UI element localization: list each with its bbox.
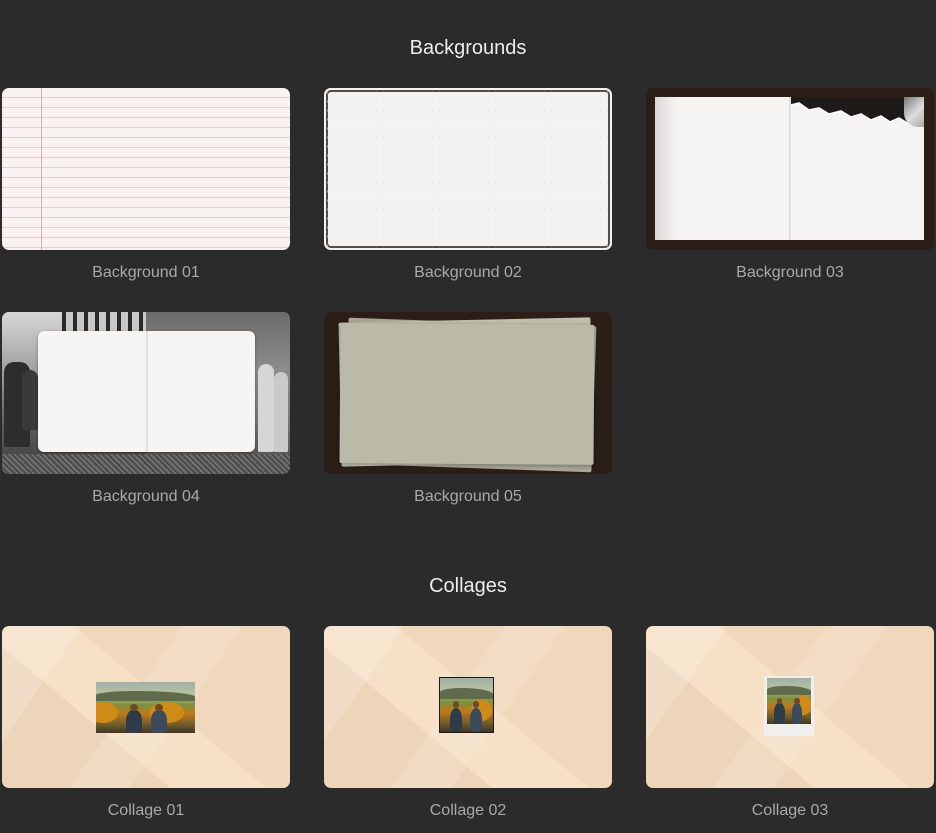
template-gallery: Backgrounds Background 01 Background 02 … [0, 0, 936, 833]
thumbnail-torn-notebook [646, 88, 934, 250]
sheet [339, 323, 595, 465]
person-silhouette [274, 372, 288, 452]
template-label: Background 05 [414, 488, 522, 505]
card-fold [146, 331, 148, 452]
collage-photo [439, 677, 494, 733]
template-collage-01[interactable]: Collage 01 [2, 626, 290, 819]
template-collage-03[interactable]: Collage 03 [646, 626, 934, 819]
hiker [125, 703, 142, 733]
template-background-04[interactable]: Background 04 [2, 312, 290, 505]
thumbnail-kraft-collage [646, 626, 934, 788]
thumbnail-framed-paper [324, 88, 612, 250]
ground [2, 454, 290, 474]
template-label: Background 02 [414, 264, 522, 281]
hiker-head [794, 697, 800, 704]
hill [96, 691, 195, 702]
page-curl [904, 97, 924, 127]
paper-texture [324, 88, 612, 250]
template-background-02[interactable]: Background 02 [324, 88, 612, 281]
template-label: Collage 03 [751, 802, 829, 819]
thumbnail-kraft-collage [324, 626, 612, 788]
template-label: Collage 02 [429, 802, 507, 819]
template-label: Background 01 [92, 264, 200, 281]
collage-photo [96, 682, 195, 733]
hiker-head [155, 703, 164, 711]
hiker [449, 700, 463, 732]
template-collage-02[interactable]: Collage 02 [324, 626, 612, 819]
section-title-backgrounds: Backgrounds [409, 37, 527, 59]
person-silhouette [258, 364, 274, 452]
hiker [469, 700, 483, 732]
hiker-head [129, 703, 138, 711]
thumbnail-kraft-collage [2, 626, 290, 788]
template-background-03[interactable]: Background 03 [646, 88, 934, 281]
hiker-head [776, 697, 782, 704]
hiker [151, 703, 168, 733]
template-background-01[interactable]: Background 01 [2, 88, 290, 281]
thumbnail-lined-paper [2, 88, 290, 250]
hill [767, 686, 811, 696]
hiker-head [452, 700, 460, 709]
hiker [791, 697, 803, 724]
template-background-05[interactable]: Background 05 [324, 312, 612, 505]
collage-photo [767, 678, 811, 724]
white-card [38, 331, 255, 452]
hill [440, 687, 493, 699]
page-shadow [655, 97, 677, 240]
tree [96, 702, 118, 723]
template-label: Background 03 [736, 264, 844, 281]
section-title-collages: Collages [429, 575, 507, 597]
margin-line [41, 88, 42, 250]
template-label: Background 04 [92, 488, 200, 505]
hiker [774, 697, 785, 724]
thumbnail-photo-card [2, 312, 290, 474]
person-silhouette [22, 370, 38, 430]
thumbnail-card-stack [324, 312, 612, 474]
template-label: Collage 01 [107, 802, 185, 819]
